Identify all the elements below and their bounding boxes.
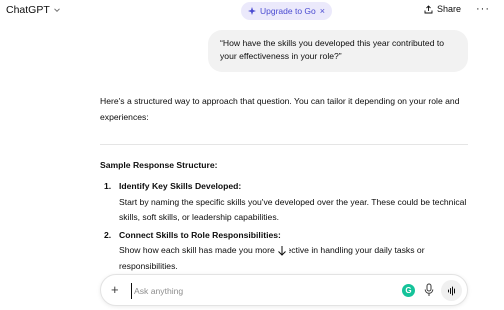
plus-icon[interactable]: +: [111, 282, 119, 298]
grammarly-icon[interactable]: G: [402, 284, 415, 297]
voice-mode-button[interactable]: [441, 280, 462, 301]
share-label: Share: [437, 4, 462, 14]
list-item: 1. Identify Key Skills Developed: Start …: [104, 179, 470, 226]
section-title: Sample Response Structure:: [100, 160, 218, 170]
list-item-body: Show how each skill has made you more ef…: [119, 245, 425, 271]
divider: [100, 144, 468, 145]
arrow-down-icon: [278, 246, 286, 256]
list-item-title: Identify Key Skills Developed:: [119, 181, 242, 191]
assistant-message: Here's a structured way to approach that…: [100, 94, 472, 125]
assistant-intro: Here's a structured way to approach that…: [100, 96, 460, 122]
response-structure-list: 1. Identify Key Skills Developed: Start …: [104, 179, 470, 276]
app-title: ChatGPT: [6, 4, 50, 16]
user-message-bubble: “How have the skills you developed this …: [208, 30, 468, 72]
scroll-to-bottom-button[interactable]: [275, 243, 289, 259]
top-bar: ChatGPT Upgrade to Go × Share ···: [0, 0, 504, 22]
model-selector[interactable]: ChatGPT: [6, 4, 61, 16]
close-icon[interactable]: ×: [320, 6, 325, 16]
list-item-body: Start by naming the specific skills you'…: [119, 196, 467, 223]
prompt-input[interactable]: [131, 283, 381, 299]
user-message-text: “How have the skills you developed this …: [220, 38, 445, 61]
microphone-icon[interactable]: [423, 283, 435, 298]
composer: + G: [100, 274, 468, 306]
chevron-down-icon: [53, 8, 60, 13]
share-icon: [424, 4, 433, 13]
share-button[interactable]: Share: [424, 4, 461, 14]
sparkle-icon: [248, 7, 256, 15]
list-item-number: 1.: [104, 181, 112, 191]
list-item-number: 2.: [104, 229, 112, 240]
list-item-title: Connect Skills to Role Responsibilities:: [119, 229, 281, 240]
upgrade-button[interactable]: Upgrade to Go ×: [241, 2, 333, 20]
more-options-button[interactable]: ···: [476, 3, 490, 15]
voice-mode-icon: [447, 286, 455, 295]
upgrade-label: Upgrade to Go: [260, 6, 316, 16]
